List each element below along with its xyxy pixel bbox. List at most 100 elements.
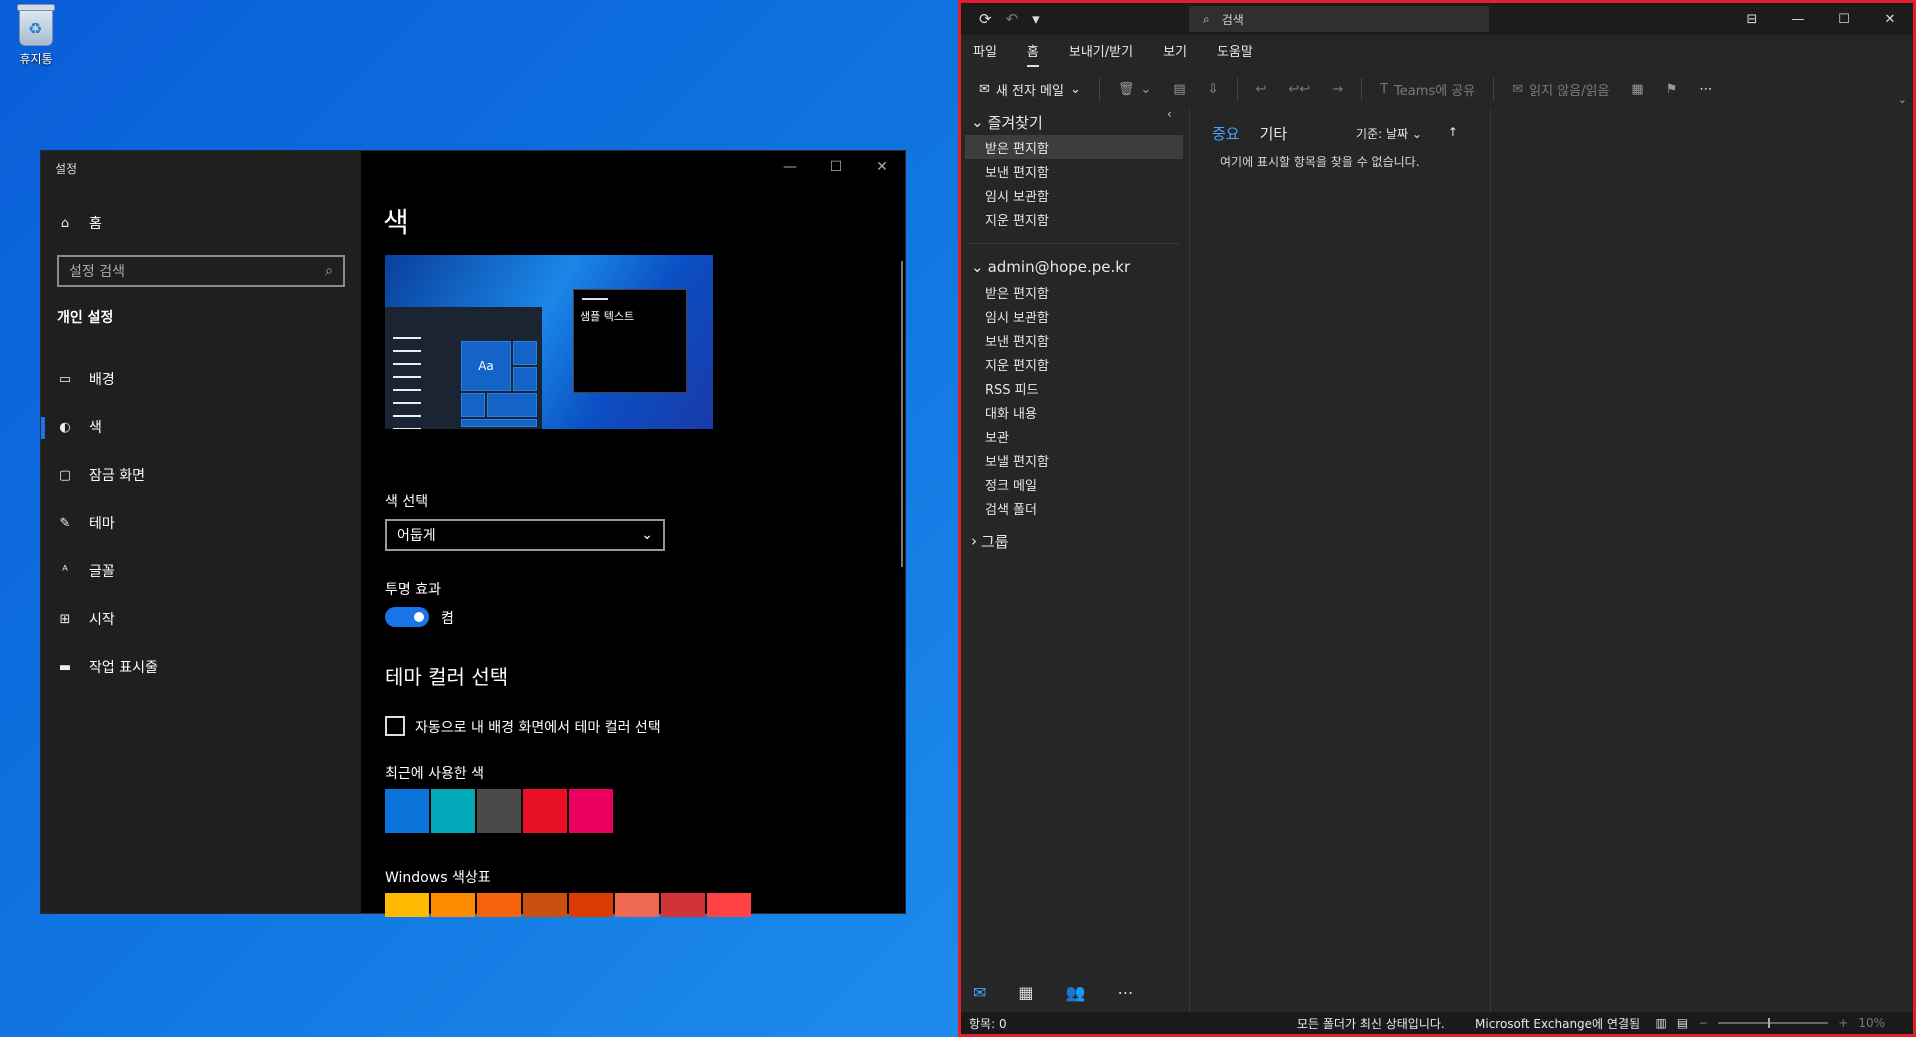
tab-file[interactable]: 파일	[973, 41, 997, 67]
account-folder[interactable]: RSS 피드	[965, 376, 1183, 400]
sort-by-button[interactable]: 기준: 날짜 ⌄	[1356, 125, 1422, 142]
calendar-icon[interactable]: ▦	[1018, 983, 1033, 1002]
ribbon-display-icon[interactable]: ⊟	[1729, 3, 1775, 35]
home-icon: ⌂	[60, 215, 70, 231]
zoom-level: 10%	[1858, 1016, 1885, 1030]
preview-tiles: Aa	[461, 341, 537, 427]
undo-icon[interactable]: ↶	[1006, 10, 1019, 28]
quick-access-toolbar: ⟳ ↶ ▾	[961, 10, 1189, 28]
delete-button[interactable]: 🗑 ⌄	[1110, 74, 1159, 104]
color-swatch[interactable]	[477, 893, 521, 917]
close-button[interactable]: ✕	[1867, 3, 1913, 35]
color-swatch[interactable]	[661, 893, 705, 917]
normal-view-icon[interactable]: ▥	[1656, 1016, 1667, 1030]
settings-home-link[interactable]: ⌂ 홈	[57, 213, 102, 233]
teams-share-label: Teams에 공유	[1394, 83, 1476, 99]
color-swatch[interactable]	[385, 789, 429, 833]
color-swatch[interactable]	[615, 893, 659, 917]
outlook-search-placeholder: 검색	[1221, 12, 1244, 27]
choose-color-dropdown[interactable]: 어둡게 ⌄	[385, 519, 665, 551]
sidebar-item-label: 테마	[89, 516, 115, 532]
tab-help[interactable]: 도움말	[1217, 41, 1253, 67]
reply-all-button[interactable]: ↩↩	[1280, 74, 1318, 104]
sidebar-item-taskbar[interactable]: ▬ 작업 표시줄	[41, 643, 361, 691]
reply-button[interactable]: ↩	[1248, 74, 1275, 104]
color-swatch[interactable]	[431, 789, 475, 833]
forward-button[interactable]: →	[1324, 74, 1351, 104]
mail-icon[interactable]: ✉	[973, 983, 986, 1002]
zoom-in-button[interactable]: +	[1838, 1016, 1848, 1030]
close-button[interactable]: ✕	[859, 151, 905, 183]
favorite-folder[interactable]: 임시 보관함	[965, 183, 1183, 207]
ribbon-expand-icon[interactable]: ⌄	[1898, 93, 1907, 106]
recycle-bin-label: 휴지통	[19, 52, 53, 66]
maximize-button[interactable]: ☐	[1821, 3, 1867, 35]
customize-toolbar-icon[interactable]: ▾	[1032, 10, 1040, 28]
transparency-toggle[interactable]	[385, 607, 429, 627]
account-folder[interactable]: 대화 내용	[965, 400, 1183, 424]
color-swatch[interactable]	[707, 893, 751, 917]
teams-share-button[interactable]: T Teams에 공유	[1372, 74, 1483, 104]
favorite-folder[interactable]: 보낸 편지함	[965, 159, 1183, 183]
tab-send-receive[interactable]: 보내기/받기	[1069, 41, 1133, 67]
settings-search-input[interactable]: 설정 검색 ⌕	[57, 255, 345, 287]
categorize-button[interactable]: ▦	[1623, 74, 1651, 104]
color-swatch[interactable]	[523, 893, 567, 917]
sort-direction-icon[interactable]: ↑	[1448, 125, 1458, 142]
zoom-slider[interactable]	[1718, 1018, 1829, 1028]
account-folder[interactable]: 정크 메일	[965, 472, 1183, 496]
minimize-button[interactable]: —	[767, 151, 813, 183]
flag-button[interactable]: ⚑	[1658, 74, 1686, 104]
color-swatch[interactable]	[523, 789, 567, 833]
settings-scrollbar[interactable]	[901, 261, 903, 567]
sidebar-item-colors[interactable]: ◐ 색	[41, 403, 361, 451]
zoom-out-button[interactable]: −	[1698, 1016, 1708, 1030]
reading-view-icon[interactable]: ▤	[1677, 1016, 1688, 1030]
color-swatch[interactable]	[569, 789, 613, 833]
auto-accent-checkbox[interactable]	[385, 716, 405, 736]
color-swatch[interactable]	[477, 789, 521, 833]
sidebar-item-start[interactable]: ⊞ 시작	[41, 595, 361, 643]
favorites-header[interactable]: ⌄ 즐겨찾기	[965, 109, 1183, 135]
tab-home[interactable]: 홈	[1026, 41, 1039, 67]
archive-button[interactable]: ▤	[1165, 74, 1193, 104]
outlook-search-input[interactable]: ⌕ 검색	[1189, 6, 1489, 32]
sync-icon[interactable]: ⟳	[979, 10, 992, 28]
new-mail-button[interactable]: ✉ 새 전자 메일 ⌄	[971, 74, 1089, 104]
account-folder[interactable]: 보낸 편지함	[965, 328, 1183, 352]
recent-colors-label: 최근에 사용한 색	[385, 766, 485, 782]
people-icon[interactable]: 👥	[1066, 983, 1086, 1002]
account-folder[interactable]: 보관	[965, 424, 1183, 448]
move-button[interactable]: ⇩	[1200, 74, 1227, 104]
account-header[interactable]: ⌄ admin@hope.pe.kr	[965, 254, 1183, 280]
minimize-button[interactable]: —	[1775, 3, 1821, 35]
favorite-folder[interactable]: 받은 편지함	[965, 135, 1183, 159]
color-swatch[interactable]	[569, 893, 613, 917]
account-folder[interactable]: 받은 편지함	[965, 280, 1183, 304]
maximize-button[interactable]: ☐	[813, 151, 859, 183]
preview-tile-aa: Aa	[461, 341, 511, 391]
favorite-folder[interactable]: 지운 편지함	[965, 207, 1183, 231]
groups-header[interactable]: › 그룹	[965, 528, 1183, 554]
status-folders: 모든 폴더가 최신 상태입니다.	[1297, 1016, 1445, 1031]
color-swatch[interactable]	[431, 893, 475, 917]
sidebar-item-fonts[interactable]: ᴬ 글꼴	[41, 547, 361, 595]
tab-view[interactable]: 보기	[1163, 41, 1187, 67]
recycle-bin-desktop-icon[interactable]: ♻ 휴지통	[10, 4, 62, 67]
sidebar-item-lock-screen[interactable]: ▢ 잠금 화면	[41, 451, 361, 499]
read-unread-button[interactable]: ✉ 읽지 않음/읽음	[1504, 74, 1617, 104]
more-options-button[interactable]: ⋯	[1691, 74, 1720, 104]
search-icon: ⌕	[1203, 11, 1210, 26]
outlook-window-controls: ⊟ — ☐ ✕	[1729, 3, 1913, 35]
account-folder[interactable]: 검색 폴더	[965, 496, 1183, 520]
more-apps-icon[interactable]: ⋯	[1117, 983, 1133, 1002]
account-folder[interactable]: 지운 편지함	[965, 352, 1183, 376]
sidebar-item-background[interactable]: ▭ 배경	[41, 355, 361, 403]
move-icon: ⇩	[1207, 81, 1219, 97]
sidebar-item-themes[interactable]: ✎ 테마	[41, 499, 361, 547]
account-folder[interactable]: 보낼 편지함	[965, 448, 1183, 472]
tab-focused[interactable]: 중요	[1212, 123, 1240, 144]
color-swatch[interactable]	[385, 893, 429, 917]
account-folder[interactable]: 임시 보관함	[965, 304, 1183, 328]
tab-other[interactable]: 기타	[1260, 123, 1288, 144]
